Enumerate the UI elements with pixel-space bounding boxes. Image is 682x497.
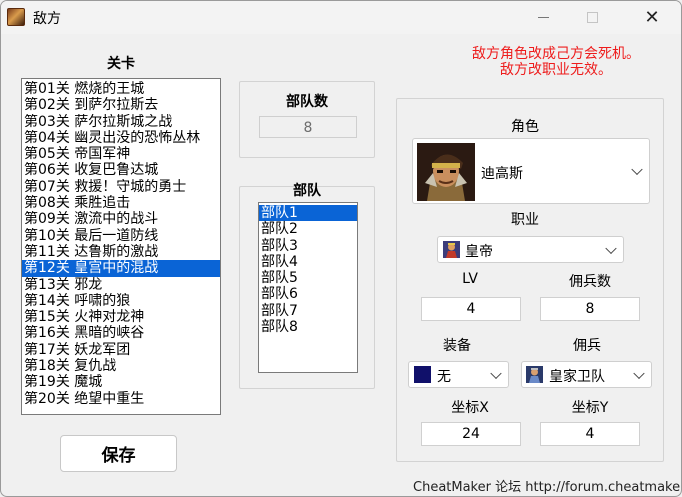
troop-list-item[interactable]: 部队3 <box>259 238 357 254</box>
level-list-item[interactable]: 第17关 妖龙军团 <box>22 342 220 358</box>
x-label: 坐标X <box>451 400 489 416</box>
troop-count-heading: 部队数 <box>286 94 328 110</box>
troop-list-item[interactable]: 部队2 <box>259 221 357 237</box>
chevron-down-icon <box>605 242 617 254</box>
warning-text: 敌方角色改成己方会死机。 敌方改职业无效。 <box>441 46 671 78</box>
app-icon <box>7 8 25 26</box>
minimize-icon <box>537 17 549 18</box>
troops-heading: 部队 <box>293 183 321 199</box>
chevron-down-icon <box>631 163 643 176</box>
maximize-icon <box>586 12 598 23</box>
level-list-item[interactable]: 第06关 收复巴鲁达城 <box>22 162 220 178</box>
merc-label: 佣兵 <box>573 338 601 354</box>
equip-label: 装备 <box>443 338 471 354</box>
troop-list-item[interactable]: 部队5 <box>259 270 357 286</box>
lv-label: LV <box>462 271 478 287</box>
level-list-item[interactable]: 第09关 激流中的战斗 <box>22 211 220 227</box>
title-bar: 敌方 ✕ <box>1 1 681 34</box>
y-field[interactable]: 4 <box>540 422 640 446</box>
merc-value: 皇家卫队 <box>549 369 605 385</box>
troop-count-field: 8 <box>259 116 357 138</box>
close-button[interactable]: ✕ <box>629 1 675 34</box>
role-portrait <box>417 143 475 201</box>
level-list-item[interactable]: 第11关 达鲁斯的激战 <box>22 244 220 260</box>
level-list-item[interactable]: 第07关 救援！守城的勇士 <box>22 179 220 195</box>
footer-link[interactable]: CheatMaker 论坛 http://forum.cheatmaker.or… <box>413 476 681 495</box>
level-list-item[interactable]: 第03关 萨尔拉斯城之战 <box>22 114 220 130</box>
window-title: 敌方 <box>33 11 61 27</box>
level-list-item[interactable]: 第02关 到萨尔拉斯去 <box>22 97 220 113</box>
chevron-down-icon <box>490 367 502 379</box>
mercs-label: 佣兵数 <box>569 274 611 290</box>
merc-combo[interactable]: 皇家卫队 <box>521 361 652 388</box>
role-label: 角色 <box>511 119 539 135</box>
class-value: 皇帝 <box>465 244 493 260</box>
level-list-item[interactable]: 第15关 火神对龙神 <box>22 309 220 325</box>
level-list-item[interactable]: 第05关 帝国军神 <box>22 146 220 162</box>
y-label: 坐标Y <box>571 400 609 416</box>
troop-list-item[interactable]: 部队6 <box>259 286 357 302</box>
merc-icon <box>526 366 543 383</box>
save-button[interactable]: 保存 <box>60 435 177 472</box>
x-field[interactable]: 24 <box>421 422 521 446</box>
level-list-item[interactable]: 第04关 幽灵出没的恐怖丛林 <box>22 130 220 146</box>
level-list-item[interactable]: 第18关 复仇战 <box>22 358 220 374</box>
chevron-down-icon <box>633 367 645 379</box>
class-combo[interactable]: 皇帝 <box>437 236 624 263</box>
role-combo[interactable]: 迪高斯 <box>412 138 650 204</box>
warning-line-2: 敌方改职业无效。 <box>500 62 612 78</box>
level-list-item[interactable]: 第08关 乘胜追击 <box>22 195 220 211</box>
troop-list-item[interactable]: 部队1 <box>259 205 357 222</box>
class-icon <box>443 241 460 258</box>
level-list-item[interactable]: 第16关 黑暗的峡谷 <box>22 325 220 341</box>
levels-heading: 关卡 <box>107 56 135 72</box>
warning-line-1: 敌方角色改成己方会死机。 <box>472 46 640 62</box>
level-list-item[interactable]: 第20关 绝望中重生 <box>22 391 220 407</box>
editor-window: 敌方 ✕ 关卡 第01关 燃烧的王城 第02关 到萨尔拉斯去 第03关 萨尔拉斯城之… <box>0 0 682 497</box>
level-list-item[interactable]: 第10关 最后一道防线 <box>22 228 220 244</box>
role-value: 迪高斯 <box>481 166 523 182</box>
lv-field[interactable]: 4 <box>421 297 521 321</box>
minimize-button[interactable] <box>520 1 566 34</box>
troops-listbox[interactable]: 部队1 部队2 部队3 部队4 部队5 部队6 部队7 部队8 <box>258 202 358 373</box>
equip-icon <box>414 366 431 383</box>
level-list-item[interactable]: 第01关 燃烧的王城 <box>22 81 220 97</box>
level-list-item[interactable]: 第12关 皇宫中的混战 <box>22 260 220 277</box>
troop-list-item[interactable]: 部队4 <box>259 254 357 270</box>
troop-list-item[interactable]: 部队7 <box>259 303 357 319</box>
level-list-item[interactable]: 第13关 邪龙 <box>22 277 220 293</box>
levels-listbox[interactable]: 第01关 燃烧的王城 第02关 到萨尔拉斯去 第03关 萨尔拉斯城之战 第04关 幽灵… <box>21 78 221 415</box>
troop-list-item[interactable]: 部队8 <box>259 319 357 335</box>
mercs-field[interactable]: 8 <box>540 297 640 321</box>
equip-value: 无 <box>437 369 451 385</box>
level-list-item[interactable]: 第19关 魔城 <box>22 374 220 390</box>
close-icon: ✕ <box>644 7 660 28</box>
equip-combo[interactable]: 无 <box>408 361 509 388</box>
maximize-button[interactable] <box>569 1 615 34</box>
level-list-item[interactable]: 第14关 呼啸的狼 <box>22 293 220 309</box>
class-label: 职业 <box>511 212 539 228</box>
